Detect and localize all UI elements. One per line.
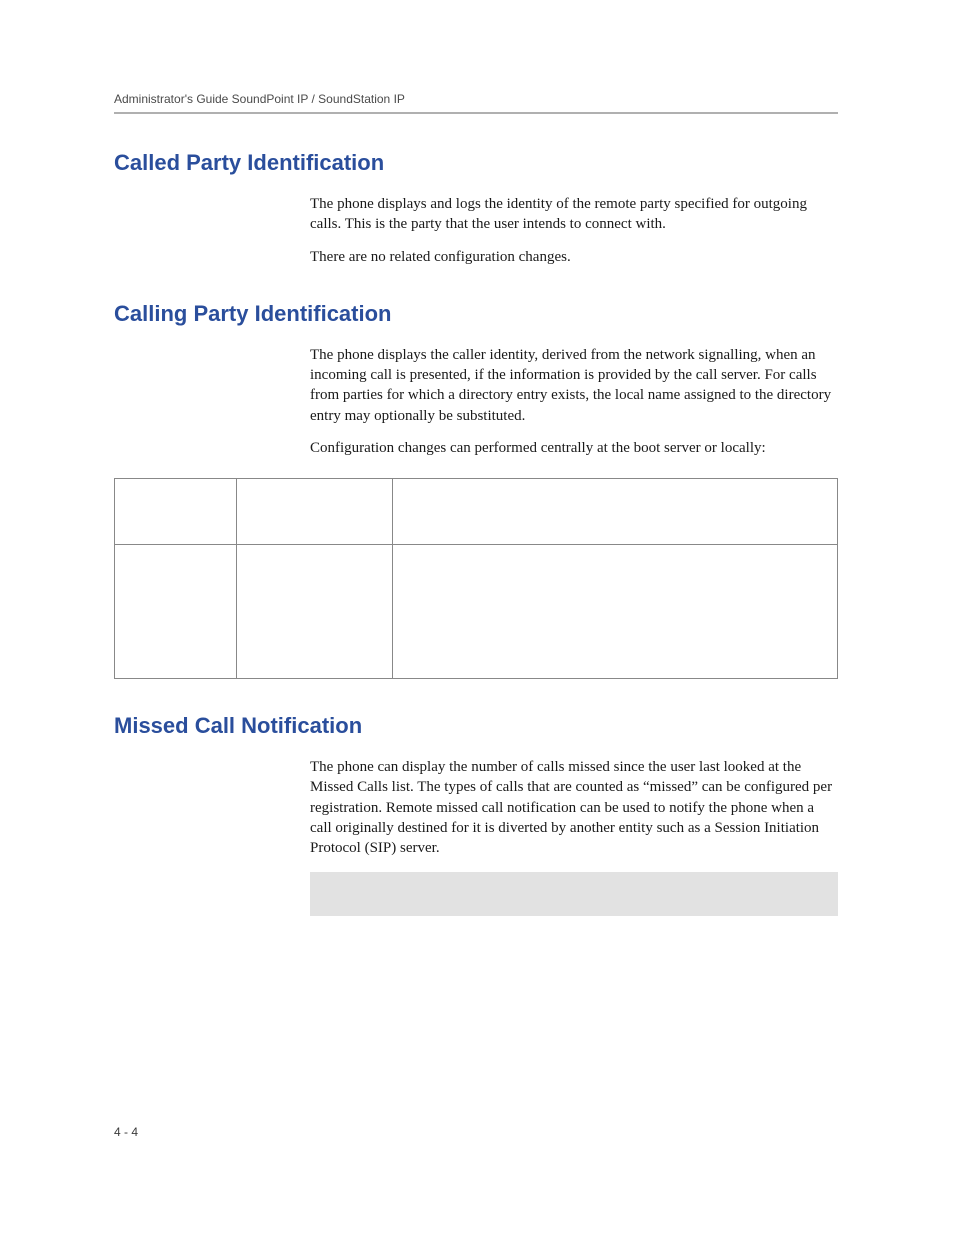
table-cell [392,479,837,545]
note-block [310,872,838,916]
table-cell [115,479,237,545]
para: Configuration changes can performed cent… [310,438,838,458]
page-content: Administrator's Guide SoundPoint IP / So… [0,0,954,916]
table-cell [115,545,237,679]
table-header-row [115,479,838,545]
table-cell [236,545,392,679]
heading-called-party: Called Party Identification [114,150,838,176]
para: The phone displays and logs the identity… [310,194,838,235]
table-cell [236,479,392,545]
section-calling-party: Calling Party Identification The phone d… [114,301,838,679]
heading-missed-call: Missed Call Notification [114,713,838,739]
running-header: Administrator's Guide SoundPoint IP / So… [114,92,838,106]
body-missed-call: The phone can display the number of call… [310,757,838,858]
body-calling-party: The phone displays the caller identity, … [310,345,838,458]
para: There are no related configuration chang… [310,247,838,267]
body-called-party: The phone displays and logs the identity… [310,194,838,267]
section-missed-call: Missed Call Notification The phone can d… [114,713,838,916]
page-number: 4 - 4 [114,1125,138,1139]
table-body-row [115,545,838,679]
section-called-party: Called Party Identification The phone di… [114,150,838,267]
para: The phone displays the caller identity, … [310,345,838,426]
header-rule [114,112,838,114]
para: The phone can display the number of call… [310,757,838,858]
table-cell [392,545,837,679]
config-table [114,478,838,679]
heading-calling-party: Calling Party Identification [114,301,838,327]
